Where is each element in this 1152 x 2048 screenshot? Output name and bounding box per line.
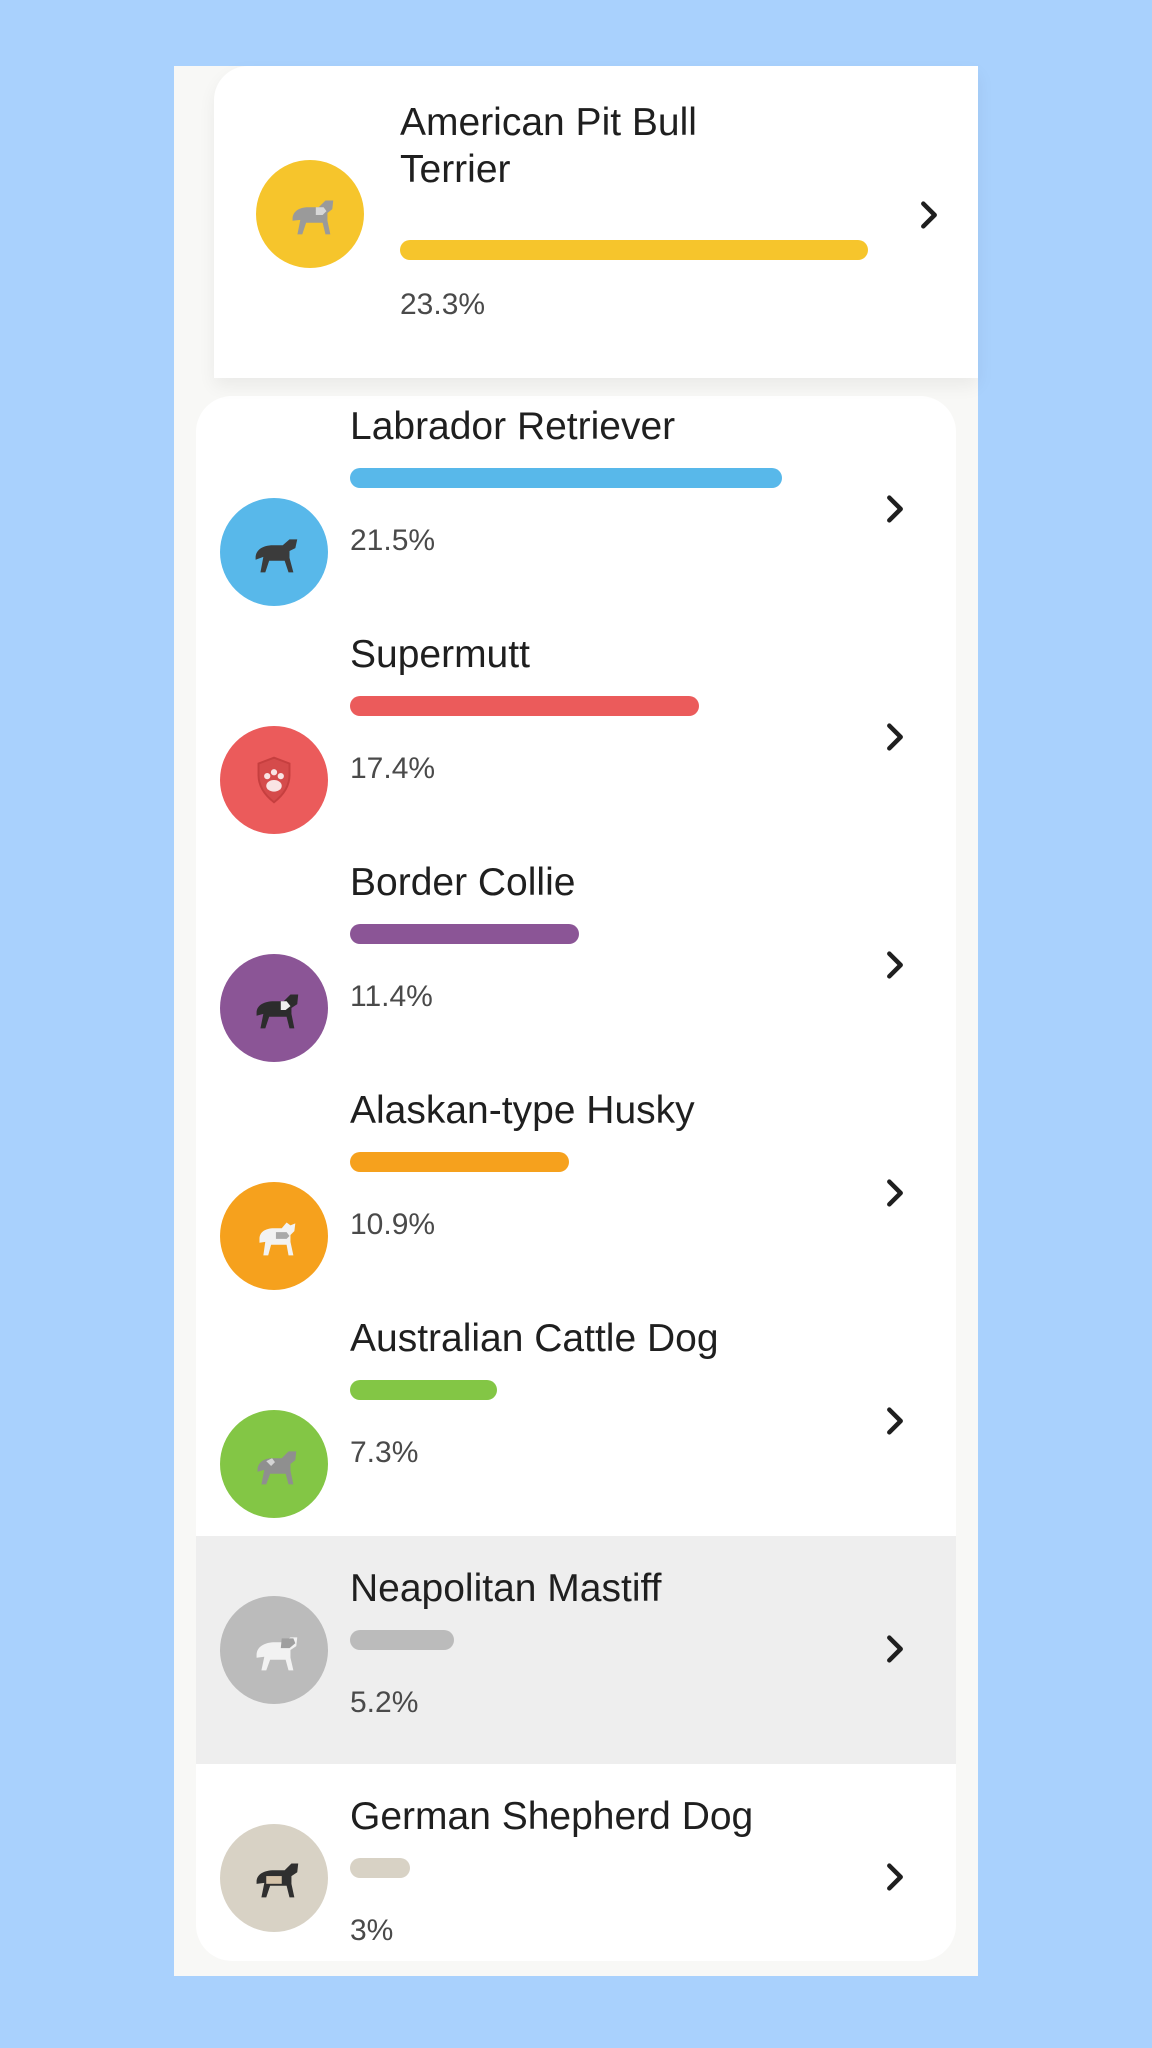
paw-shield-icon [257,756,291,804]
percentage-bar [350,468,782,488]
percentage-text: 11.4% [350,980,433,1013]
percentage-bar [350,696,700,716]
breed-row-american-pit-bull-terrier[interactable]: American Pit Bull Terrier 23.3% [214,66,978,378]
percentage-bar [350,924,579,944]
dog-icon [292,200,334,235]
breed-row-border-collie[interactable]: Border Collie 11.4% [196,852,956,1080]
chevron-right-icon [912,198,946,232]
breed-row-labrador-retriever[interactable]: Labrador Retriever 21.5% [196,396,956,624]
dog-icon [255,539,298,573]
dog-avatar [220,954,328,1062]
breed-name: Labrador Retriever [350,405,676,448]
breed-name: Neapolitan Mastiff [350,1567,662,1610]
percentage-text: 3% [350,1914,394,1947]
percentage-bar [350,1380,497,1400]
percentage-text: 21.5% [350,524,436,557]
chevron-right-icon [878,1176,912,1210]
breed-name: American Pit Bull Terrier [400,101,697,191]
supermutt-avatar [220,726,328,834]
percentage-text: 7.3% [350,1436,419,1469]
dog-icon [256,1637,298,1671]
percentage-bar [400,240,868,260]
breed-name: Supermutt [350,633,530,676]
percentage-bar [350,1858,411,1878]
breed-row-alaskan-type-husky[interactable]: Alaskan-type Husky 10.9% [196,1080,956,1308]
percentage-text: 17.4% [350,752,436,785]
dog-icon [256,1863,299,1898]
percentage-text: 23.3% [400,288,486,321]
dog-avatar [220,1596,328,1704]
percentage-text: 5.2% [350,1686,419,1719]
percentage-text: 10.9% [350,1208,436,1241]
dog-avatar [220,498,328,606]
breed-list: Labrador Retriever 21.5% Supermutt 17.4% [196,396,956,1961]
breed-results-screen: Labrador Retriever 21.5% Supermutt 17.4% [174,66,978,1976]
breed-name: German Shepherd Dog [350,1795,754,1838]
breed-row-australian-cattle-dog[interactable]: Australian Cattle Dog 7.3% [196,1308,956,1536]
percentage-bar [350,1152,569,1172]
chevron-right-icon [878,1860,912,1894]
percentage-bar [350,1630,455,1650]
dog-icon [256,994,299,1029]
dog-avatar [220,1824,328,1932]
breed-row-german-shepherd-dog[interactable]: German Shepherd Dog 3% [196,1764,956,1961]
breed-row-neapolitan-mastiff[interactable]: Neapolitan Mastiff 5.2% [196,1536,956,1764]
chevron-right-icon [878,492,912,526]
dog-icon [259,1222,296,1256]
chevron-right-icon [878,1404,912,1438]
breed-name: Border Collie [350,861,576,904]
dog-avatar [256,160,364,268]
chevron-right-icon [878,720,912,754]
breed-name: Alaskan-type Husky [350,1089,695,1132]
dog-avatar [220,1410,328,1518]
breed-row-supermutt[interactable]: Supermutt 17.4% [196,624,956,852]
dog-icon [257,1451,297,1485]
chevron-right-icon [878,948,912,982]
chevron-right-icon [878,1632,912,1666]
dog-avatar [220,1182,328,1290]
breed-name: Australian Cattle Dog [350,1317,719,1360]
